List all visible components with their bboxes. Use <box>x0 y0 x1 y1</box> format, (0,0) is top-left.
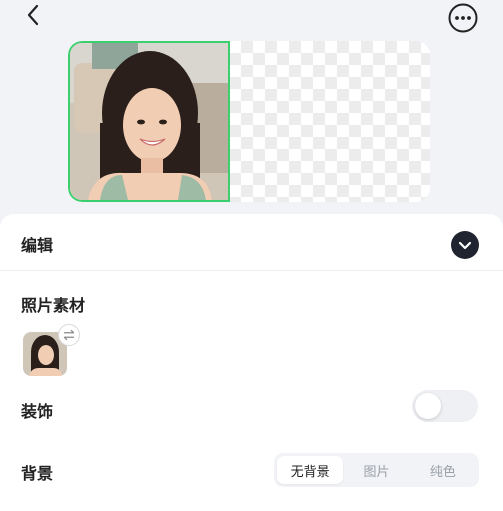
background-option-image[interactable]: 图片 <box>343 456 409 484</box>
more-horizontal-icon[interactable] <box>447 2 479 34</box>
background-title: 背景 <box>21 464 54 483</box>
chevron-left-icon[interactable] <box>22 3 46 27</box>
decoration-title: 装饰 <box>21 402 54 421</box>
top-bar <box>0 0 503 36</box>
photo-preview <box>68 41 430 202</box>
toggle-knob <box>415 393 441 419</box>
decoration-toggle[interactable] <box>412 390 478 422</box>
selected-photo[interactable] <box>68 41 230 202</box>
transparent-background-area <box>229 41 430 202</box>
photo-material-title: 照片素材 <box>21 296 86 315</box>
divider <box>0 270 503 271</box>
background-option-none[interactable]: 无背景 <box>277 456 344 484</box>
portrait-image <box>70 43 228 200</box>
edit-panel: 编辑 照片素材 装饰 背景 无背景 图片 纯色 <box>0 214 503 511</box>
background-option-solid[interactable]: 纯色 <box>410 456 476 484</box>
swap-icon[interactable] <box>58 324 80 346</box>
background-segmented-control: 无背景 图片 纯色 <box>274 453 479 487</box>
edit-title: 编辑 <box>21 236 54 255</box>
chevron-down-icon[interactable] <box>451 231 479 259</box>
